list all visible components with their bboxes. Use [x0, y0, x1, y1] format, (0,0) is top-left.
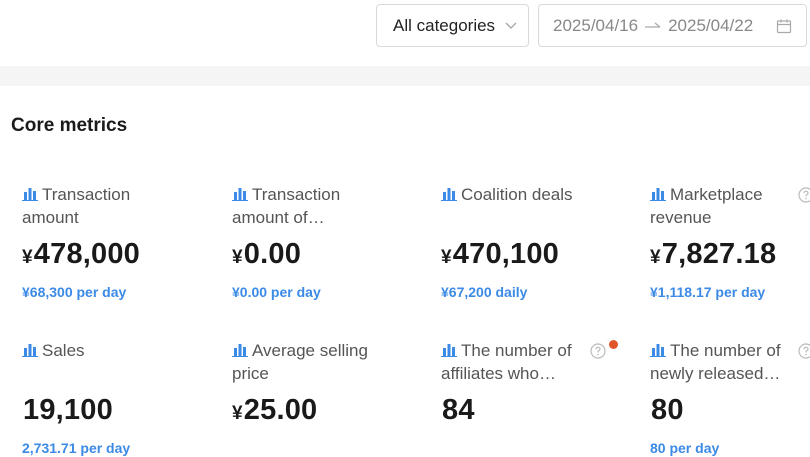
metric-daily: 2,731.71 per day: [22, 440, 131, 456]
core-metrics-title: Core metrics: [11, 115, 128, 136]
metric-value: 80: [651, 394, 684, 426]
category-select-value: All categories: [393, 15, 496, 35]
metric-value: 19,100: [23, 394, 113, 426]
chevron-down-icon: [505, 22, 517, 29]
metric-value: ¥25.00: [232, 394, 318, 426]
metric-label: Average selling price: [232, 341, 368, 383]
date-range-picker[interactable]: 2025/04/16 2025/04/22: [538, 4, 807, 47]
metric-coalition-deals[interactable]: Coalition deals ¥470,100 ¥67,200 daily: [441, 184, 631, 300]
metric-value: ¥0.00: [232, 238, 302, 270]
metric-label: Marketplace revenue: [650, 185, 763, 227]
bar-chart-icon: [232, 344, 248, 357]
metric-value: ¥7,827.18: [650, 238, 777, 270]
bar-chart-icon: [441, 344, 457, 357]
metric-daily: ¥1,118.17 per day: [650, 284, 766, 300]
metric-label: Transaction amount of…: [232, 185, 341, 227]
metric-sales[interactable]: Sales 19,100 2,731.71 per day: [22, 340, 212, 456]
bar-chart-icon: [22, 188, 38, 201]
section-divider: [0, 66, 810, 86]
category-select[interactable]: All categories: [376, 4, 529, 47]
question-circle-icon[interactable]: [590, 343, 606, 359]
metric-label: Coalition deals: [441, 184, 631, 230]
bar-chart-icon: [650, 188, 666, 201]
metric-transaction-amount-of[interactable]: Transaction amount of… ¥0.00 ¥0.00 per da…: [232, 184, 422, 300]
metric-label: Sales: [22, 340, 212, 386]
metric-value: ¥470,100: [441, 238, 560, 270]
metric-value: ¥478,000: [22, 238, 141, 270]
metric-transaction-amount[interactable]: Transaction amount ¥478,000 ¥68,300 per d…: [22, 184, 212, 300]
end-date-input[interactable]: 2025/04/22: [668, 16, 753, 36]
metric-daily: 80 per day: [650, 440, 720, 456]
metric-value: 84: [442, 394, 475, 426]
metric-newly-released[interactable]: The number of newly released… 80 80 per d…: [650, 340, 810, 456]
metric-daily: ¥67,200 daily: [441, 284, 528, 300]
start-date-input[interactable]: 2025/04/16: [553, 16, 638, 36]
calendar-icon: [776, 19, 792, 34]
bar-chart-icon: [441, 188, 457, 201]
metric-marketplace-revenue[interactable]: Marketplace revenue ¥7,827.18 ¥1,118.17 p…: [650, 184, 810, 300]
question-circle-icon[interactable]: [798, 187, 810, 203]
metric-label: The number of newly released…: [650, 341, 781, 383]
metric-average-selling-price[interactable]: Average selling price ¥25.00: [232, 340, 422, 426]
bar-chart-icon: [232, 188, 248, 201]
question-circle-icon[interactable]: [798, 343, 810, 359]
filter-toolbar: All categories 2025/04/16 2025/04/22: [0, 0, 810, 66]
metric-label: Transaction amount: [22, 185, 131, 227]
bar-chart-icon: [650, 344, 666, 357]
notification-dot: [609, 340, 618, 349]
metric-daily: ¥0.00 per day: [232, 284, 321, 300]
metric-daily: ¥68,300 per day: [22, 284, 127, 300]
arrow-right-icon: [645, 21, 661, 28]
bar-chart-icon: [22, 344, 38, 357]
